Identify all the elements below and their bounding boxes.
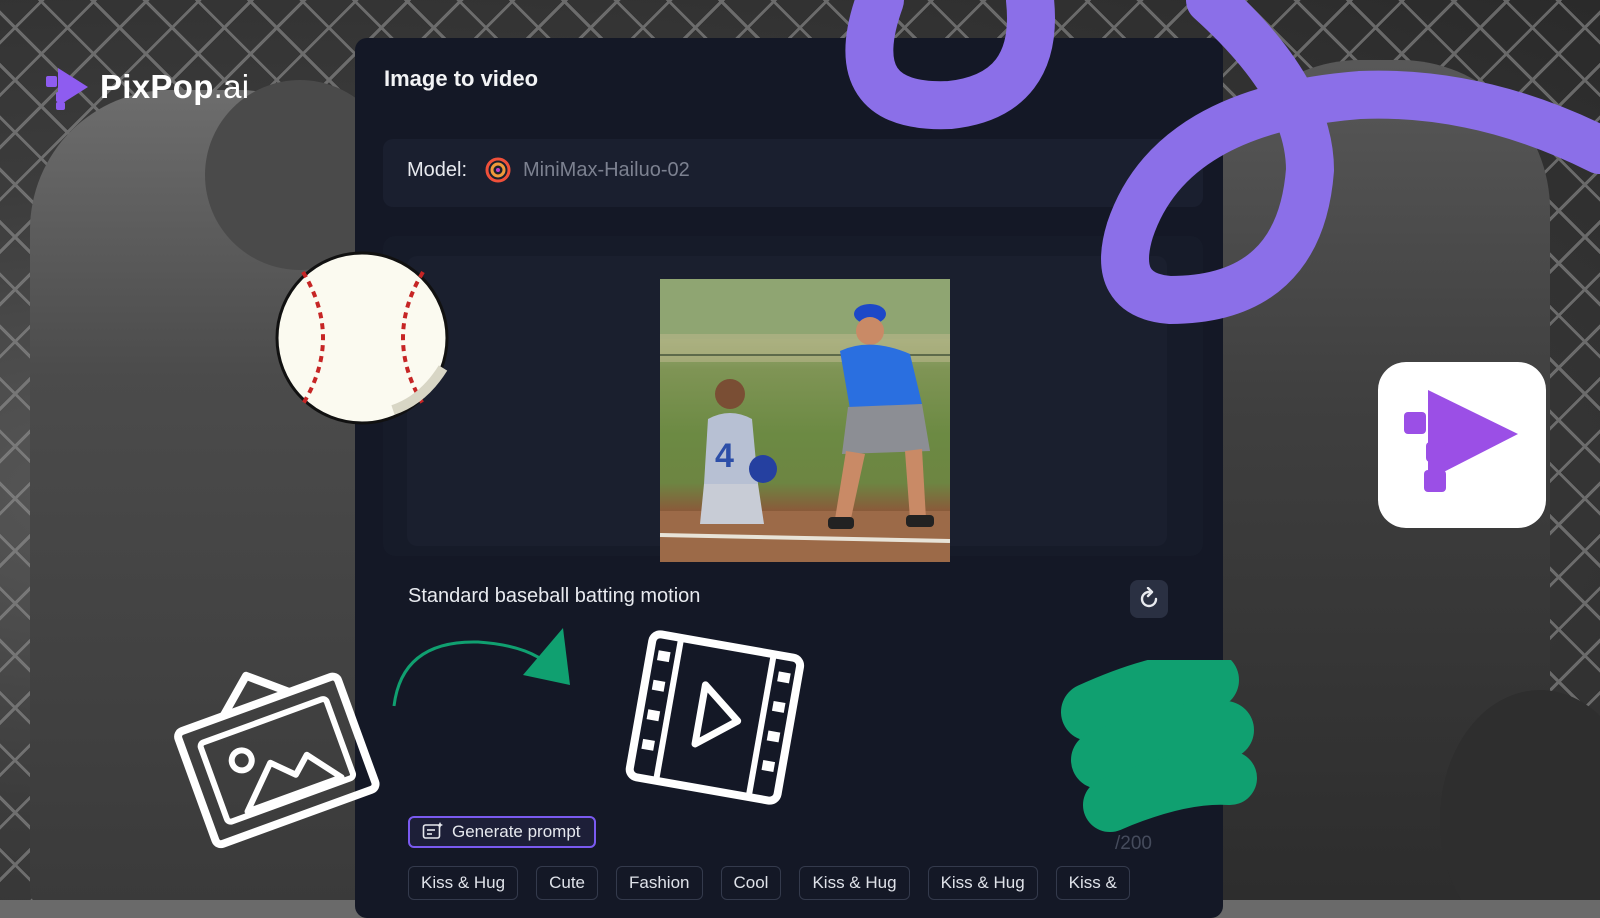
chip-cool[interactable]: Cool	[720, 866, 782, 900]
chip-kiss-hug-3[interactable]: Kiss & Hug	[927, 866, 1038, 900]
refresh-icon	[1140, 587, 1158, 608]
green-brush-scribble	[1061, 660, 1257, 832]
model-value: MiniMax-Hailuo-02	[523, 159, 690, 181]
refresh-button[interactable]	[1130, 580, 1168, 618]
svg-text:4: 4	[715, 437, 734, 475]
model-label: Model:	[407, 159, 468, 181]
pixpop-app-badge	[1378, 362, 1546, 528]
panel-title: Image to video	[384, 66, 539, 91]
generate-prompt-button[interactable]: Generate prompt	[408, 816, 596, 848]
video-film-icon	[625, 630, 805, 805]
chip-kiss-hug-4[interactable]: Kiss &	[1055, 866, 1130, 900]
chip-kiss-hug[interactable]: Kiss & Hug	[408, 866, 519, 900]
chip-cute[interactable]: Cute	[536, 866, 599, 900]
pixpop-badge-icon	[1404, 390, 1518, 492]
pixpop-logo[interactable]: PixPop.ai	[44, 64, 249, 110]
brand-name: PixPop.ai	[100, 68, 250, 105]
chip-kiss-hug-2[interactable]: Kiss & Hug	[799, 866, 910, 900]
prompt-text[interactable]: Standard baseball batting motion	[408, 585, 700, 608]
chip-fashion[interactable]: Fashion	[616, 866, 703, 900]
sparkle-chat-icon	[422, 822, 443, 839]
generate-prompt-label: Generate prompt	[452, 822, 581, 841]
prompt-chips: Kiss & Hug Cute Fashion Cool Kiss & Hug …	[408, 866, 1168, 906]
baseball-icon	[275, 251, 449, 425]
green-arrow-decoration	[392, 628, 570, 707]
purple-swirl-decoration	[845, 0, 1600, 325]
image-picture-icon	[174, 671, 380, 849]
pixpop-logo-icon	[46, 68, 88, 110]
hailuo-swirl-icon	[485, 157, 511, 183]
